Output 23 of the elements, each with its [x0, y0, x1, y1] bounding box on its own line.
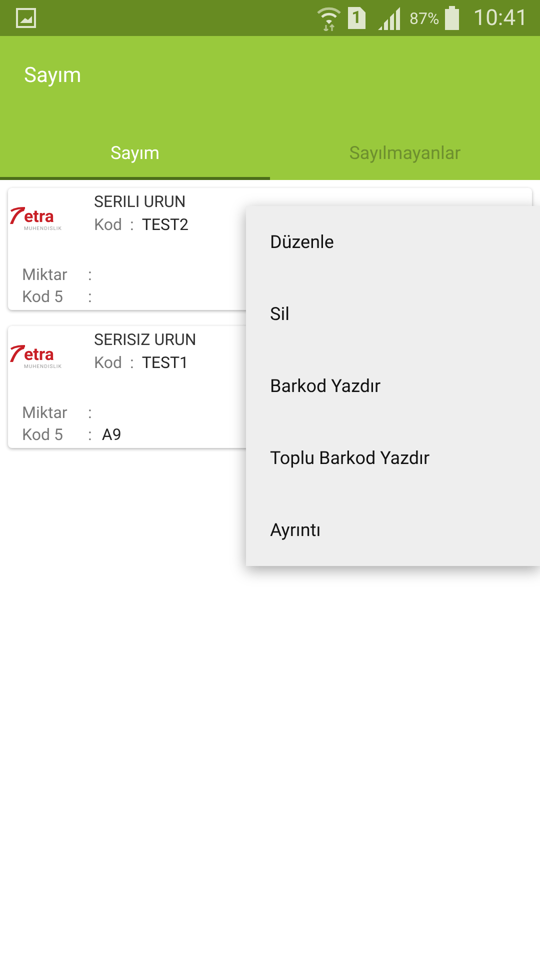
item-name: SERILI URUN — [94, 192, 187, 211]
field-label: Kod 5 — [22, 425, 64, 444]
field-label: Kod 5 — [22, 287, 64, 306]
sim-icon: 1 — [348, 7, 366, 29]
field-label: Miktar — [22, 265, 68, 284]
field-separator: : — [88, 425, 92, 444]
item-name: SERISIZ URUN — [94, 330, 196, 349]
field-separator: : — [88, 287, 92, 306]
app-title: Sayım — [23, 63, 82, 90]
field-value: TEST1 — [142, 353, 189, 372]
field-value: A9 — [102, 425, 122, 444]
field-label: Kod — [94, 215, 122, 234]
field-separator: : — [130, 353, 134, 372]
field-label: Kod — [94, 353, 122, 372]
battery-percent: 87% — [410, 8, 440, 28]
field-separator: : — [88, 265, 92, 284]
logo-text: etra — [24, 209, 54, 226]
field-separator: : — [88, 403, 92, 422]
logo-text: etra — [24, 347, 54, 364]
field-label: Miktar — [22, 403, 68, 422]
field-separator: : — [130, 215, 134, 234]
clock: 10:41 — [473, 6, 528, 30]
field-value: TEST2 — [142, 215, 189, 234]
